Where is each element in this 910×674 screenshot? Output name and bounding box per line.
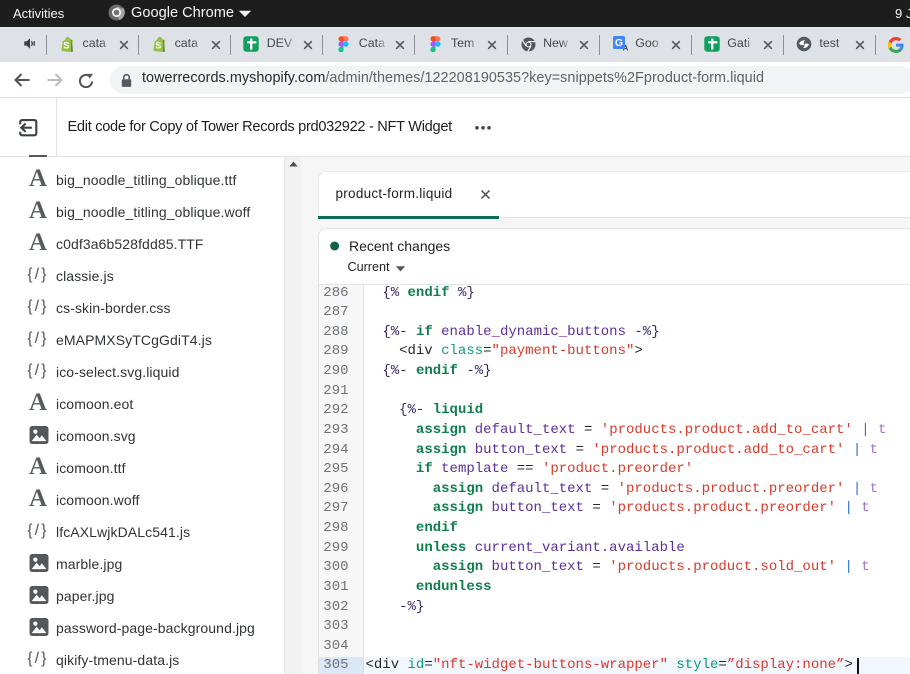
svg-text:S: S xyxy=(63,41,69,52)
svg-text:S: S xyxy=(155,41,161,52)
svg-text:G: G xyxy=(615,37,623,49)
